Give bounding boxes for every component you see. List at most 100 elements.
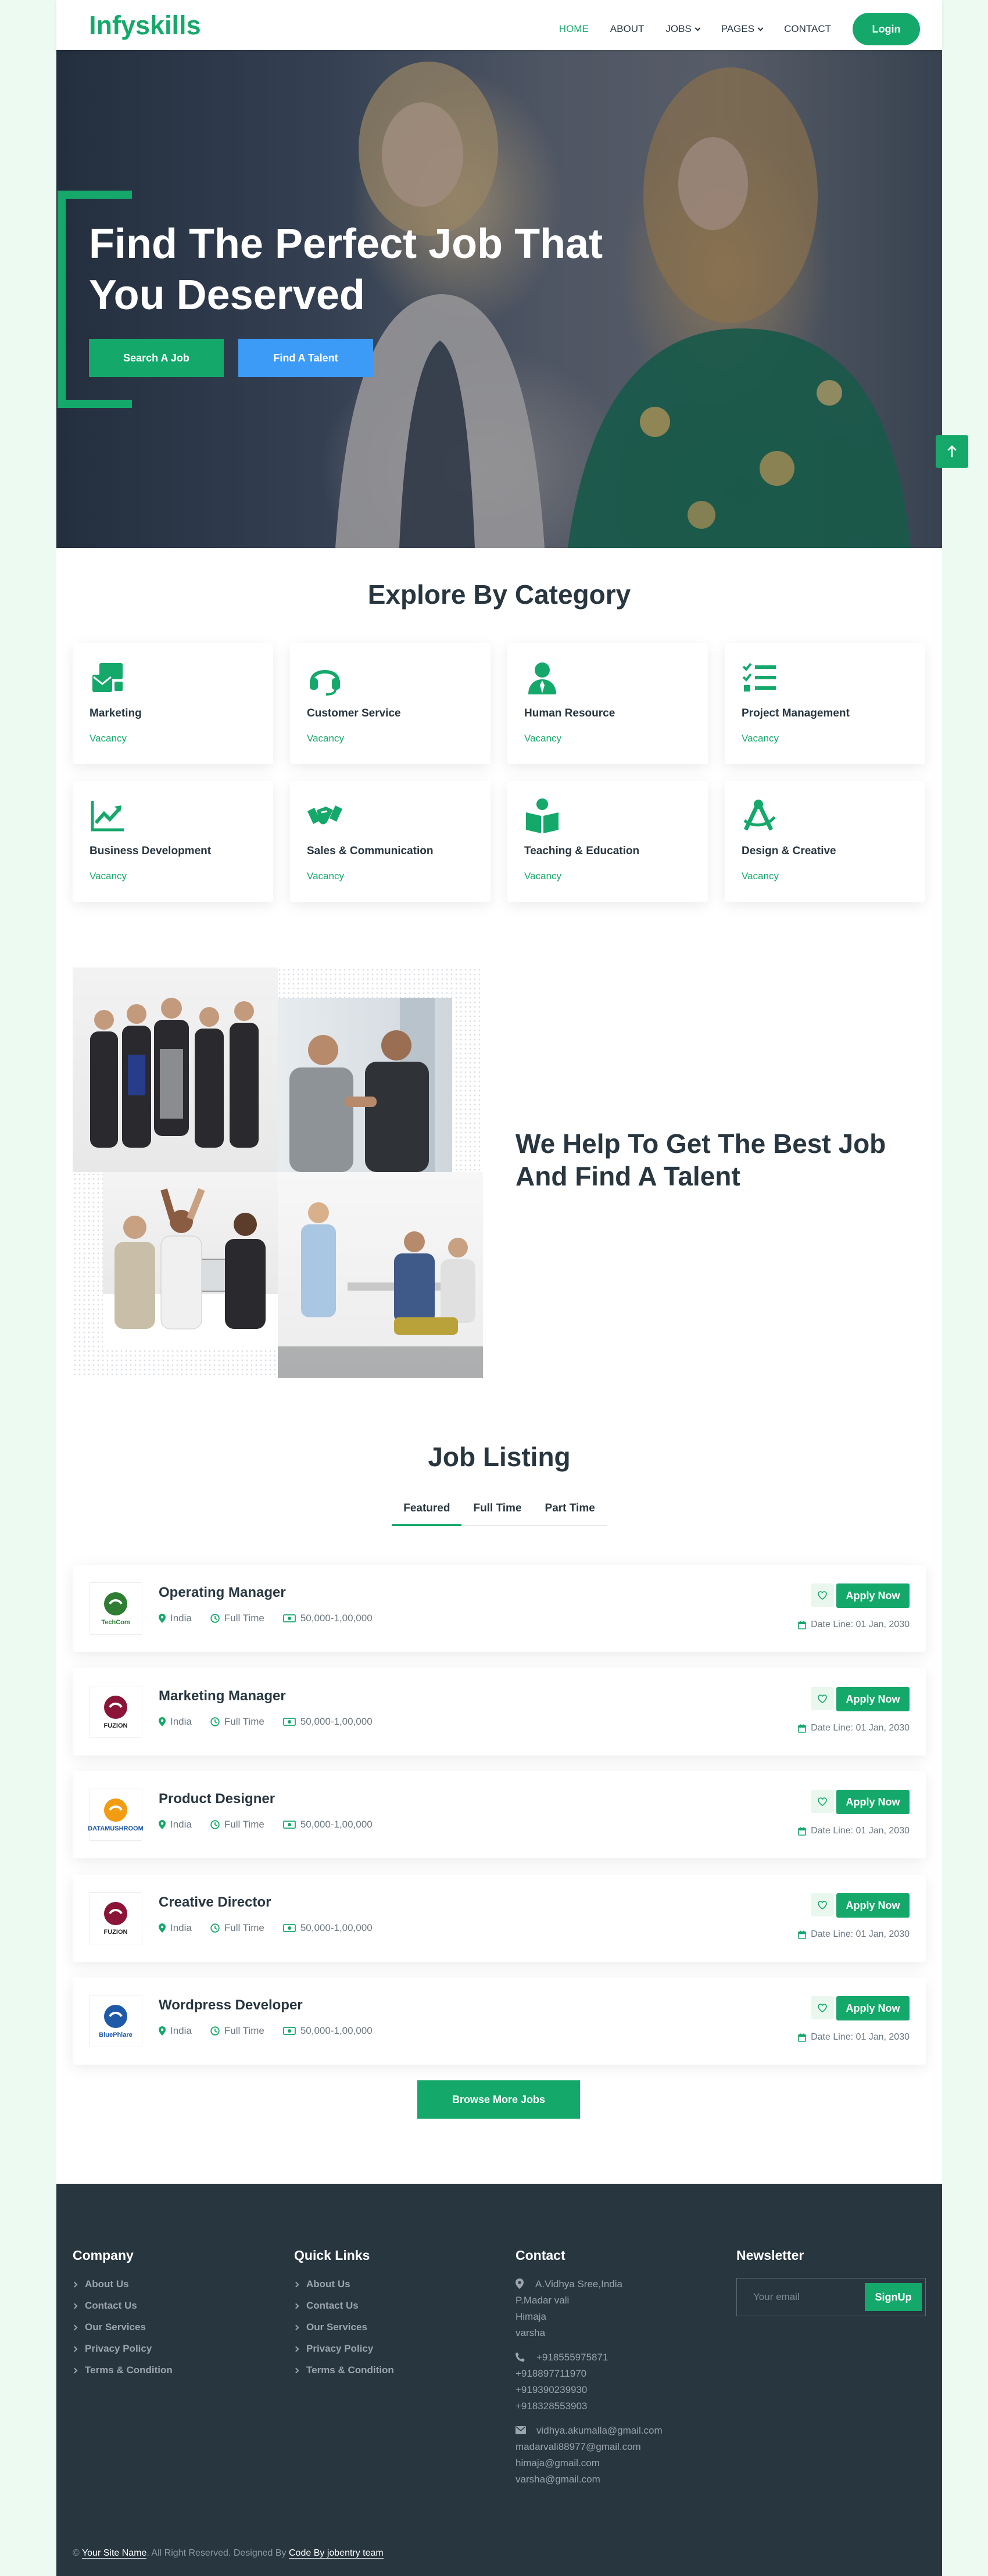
footer-link[interactable]: About Us [71,2278,173,2290]
apply-now-button[interactable]: Apply Now [836,1790,910,1814]
footer-link[interactable]: Privacy Policy [71,2343,173,2355]
category-vacancy[interactable]: Vacancy [90,870,127,882]
job-title[interactable]: Product Designer [159,1791,275,1807]
tab-featured[interactable]: Featured [392,1502,462,1526]
email-address[interactable]: himaja@gmail.com [516,2455,725,2471]
site-name-link[interactable]: Your Site Name [81,2548,147,2559]
footer-link[interactable]: About Us [293,2278,394,2290]
category-card-project-management[interactable]: Project Management Vacancy [725,643,925,764]
map-marker-icon [159,1614,166,1623]
category-vacancy[interactable]: Vacancy [742,870,779,882]
category-vacancy[interactable]: Vacancy [307,870,344,882]
footer-link[interactable]: Our Services [293,2321,394,2333]
job-title[interactable]: Operating Manager [159,1585,286,1601]
nav-contact[interactable]: CONTACT [784,23,831,35]
phone-number[interactable]: +919390239930 [516,2382,725,2398]
phone-number[interactable]: +918328553903 [516,2398,725,2414]
category-vacancy[interactable]: Vacancy [307,733,344,744]
apply-now-button[interactable]: Apply Now [836,1893,910,1918]
footer-link[interactable]: Terms & Condition [71,2364,173,2376]
email-address[interactable]: varsha@gmail.com [516,2471,725,2488]
save-job-button[interactable] [811,1687,834,1710]
save-job-button[interactable] [811,1893,834,1916]
job-card[interactable]: BluePhlare Wordpress Developer India Ful… [73,1977,926,2065]
newsletter-email-input[interactable]: Your email [753,2291,865,2303]
footer-link-label: Our Services [85,2321,146,2333]
map-marker-icon [159,1717,166,1726]
save-job-button[interactable] [811,1790,834,1813]
job-salary: 50,000-1,00,000 [282,1819,373,1830]
nav-jobs[interactable]: JOBS [665,23,701,35]
footer-link[interactable]: Contact Us [293,2300,394,2312]
category-card-sales-communication[interactable]: Sales & Communication Vacancy [290,781,491,902]
category-card-business-development[interactable]: Business Development Vacancy [73,781,273,902]
heart-icon [818,1900,827,1909]
browse-more-jobs-button[interactable]: Browse More Jobs [417,2080,580,2119]
job-deadline-text: Date Line: 01 Jan, 2030 [811,1826,910,1836]
job-card[interactable]: FUZION Creative Director India Full Time… [73,1875,926,1962]
phone-number[interactable]: +918555975871 [536,2349,608,2366]
job-salary: 50,000-1,00,000 [282,1716,373,1728]
job-title[interactable]: Creative Director [159,1894,271,1911]
designer-link[interactable]: Code By jobentry team [289,2548,384,2559]
job-location-text: India [170,1819,192,1830]
heart-icon [818,1797,827,1806]
find-talent-button[interactable]: Find A Talent [238,339,373,377]
company-logo-text: DATAMUSHROOM [88,1825,144,1832]
brand-logo[interactable]: Infyskills [89,10,201,41]
job-type: Full Time [210,1716,264,1728]
nav-pages[interactable]: PAGES [721,23,764,35]
footer-link[interactable]: Privacy Policy [293,2343,394,2355]
phone-number[interactable]: +918897711970 [516,2366,725,2382]
apply-now-button[interactable]: Apply Now [836,1996,910,2020]
apply-now-button[interactable]: Apply Now [836,1583,910,1608]
category-card-customer-service[interactable]: Customer Service Vacancy [290,643,491,764]
category-card-design-creative[interactable]: Design & Creative Vacancy [725,781,925,902]
nav-home[interactable]: HOME [559,23,589,35]
login-button[interactable]: Login [853,13,920,45]
footer-company: Company About Us Contact Us Our Services… [71,2248,173,2386]
back-to-top-button[interactable] [936,435,968,468]
category-name: Business Development [90,845,212,857]
save-job-button[interactable] [811,1583,834,1607]
email-address[interactable]: vidhya.akumalla@gmail.com [536,2423,663,2439]
apply-now-button[interactable]: Apply Now [836,1687,910,1711]
clock-icon [210,1614,220,1623]
job-card[interactable]: FUZION Marketing Manager India Full Time… [73,1668,926,1755]
newsletter-signup-button[interactable]: SignUp [865,2283,922,2311]
job-type-text: Full Time [224,1716,264,1727]
tab-part-time[interactable]: Part Time [533,1502,607,1526]
category-vacancy[interactable]: Vacancy [90,733,127,744]
job-type: Full Time [210,1922,264,1934]
job-title[interactable]: Marketing Manager [159,1688,286,1704]
category-vacancy[interactable]: Vacancy [524,733,561,744]
job-card[interactable]: TechCom Operating Manager India Full Tim… [73,1565,926,1652]
job-location-text: India [170,1716,192,1727]
nav-about[interactable]: ABOUT [610,23,645,35]
job-title[interactable]: Wordpress Developer [159,1997,303,2013]
footer-link[interactable]: Our Services [71,2321,173,2333]
arrow-up-icon [947,445,957,457]
address-line: P.Madar vali [516,2295,570,2306]
footer-quick-links: Quick Links About Us Contact Us Our Serv… [293,2248,394,2386]
category-vacancy[interactable]: Vacancy [742,733,779,744]
tab-full-time[interactable]: Full Time [461,1502,534,1526]
email-address[interactable]: madarvali88977@gmail.com [516,2439,725,2455]
footer-link[interactable]: Contact Us [71,2300,173,2312]
clock-icon [210,1820,220,1829]
heart-icon [818,1694,827,1703]
category-card-human-resource[interactable]: Human Resource Vacancy [507,643,708,764]
category-card-marketing[interactable]: Marketing Vacancy [73,643,273,764]
job-type-text: Full Time [224,1819,264,1830]
address-line: A.Vidhya Sree,India [535,2278,622,2290]
search-job-button[interactable]: Search A Job [89,339,224,377]
footer-link[interactable]: Terms & Condition [293,2364,394,2376]
company-logo: BluePhlare [89,1995,142,2047]
company-logo: FUZION [89,1892,142,1944]
job-card[interactable]: DATAMUSHROOM Product Designer India Full… [73,1771,926,1858]
category-vacancy[interactable]: Vacancy [524,870,561,882]
money-bill-icon [282,2027,296,2035]
save-job-button[interactable] [811,1996,834,2019]
category-card-teaching-education[interactable]: Teaching & Education Vacancy [507,781,708,902]
job-location: India [159,1922,192,1934]
